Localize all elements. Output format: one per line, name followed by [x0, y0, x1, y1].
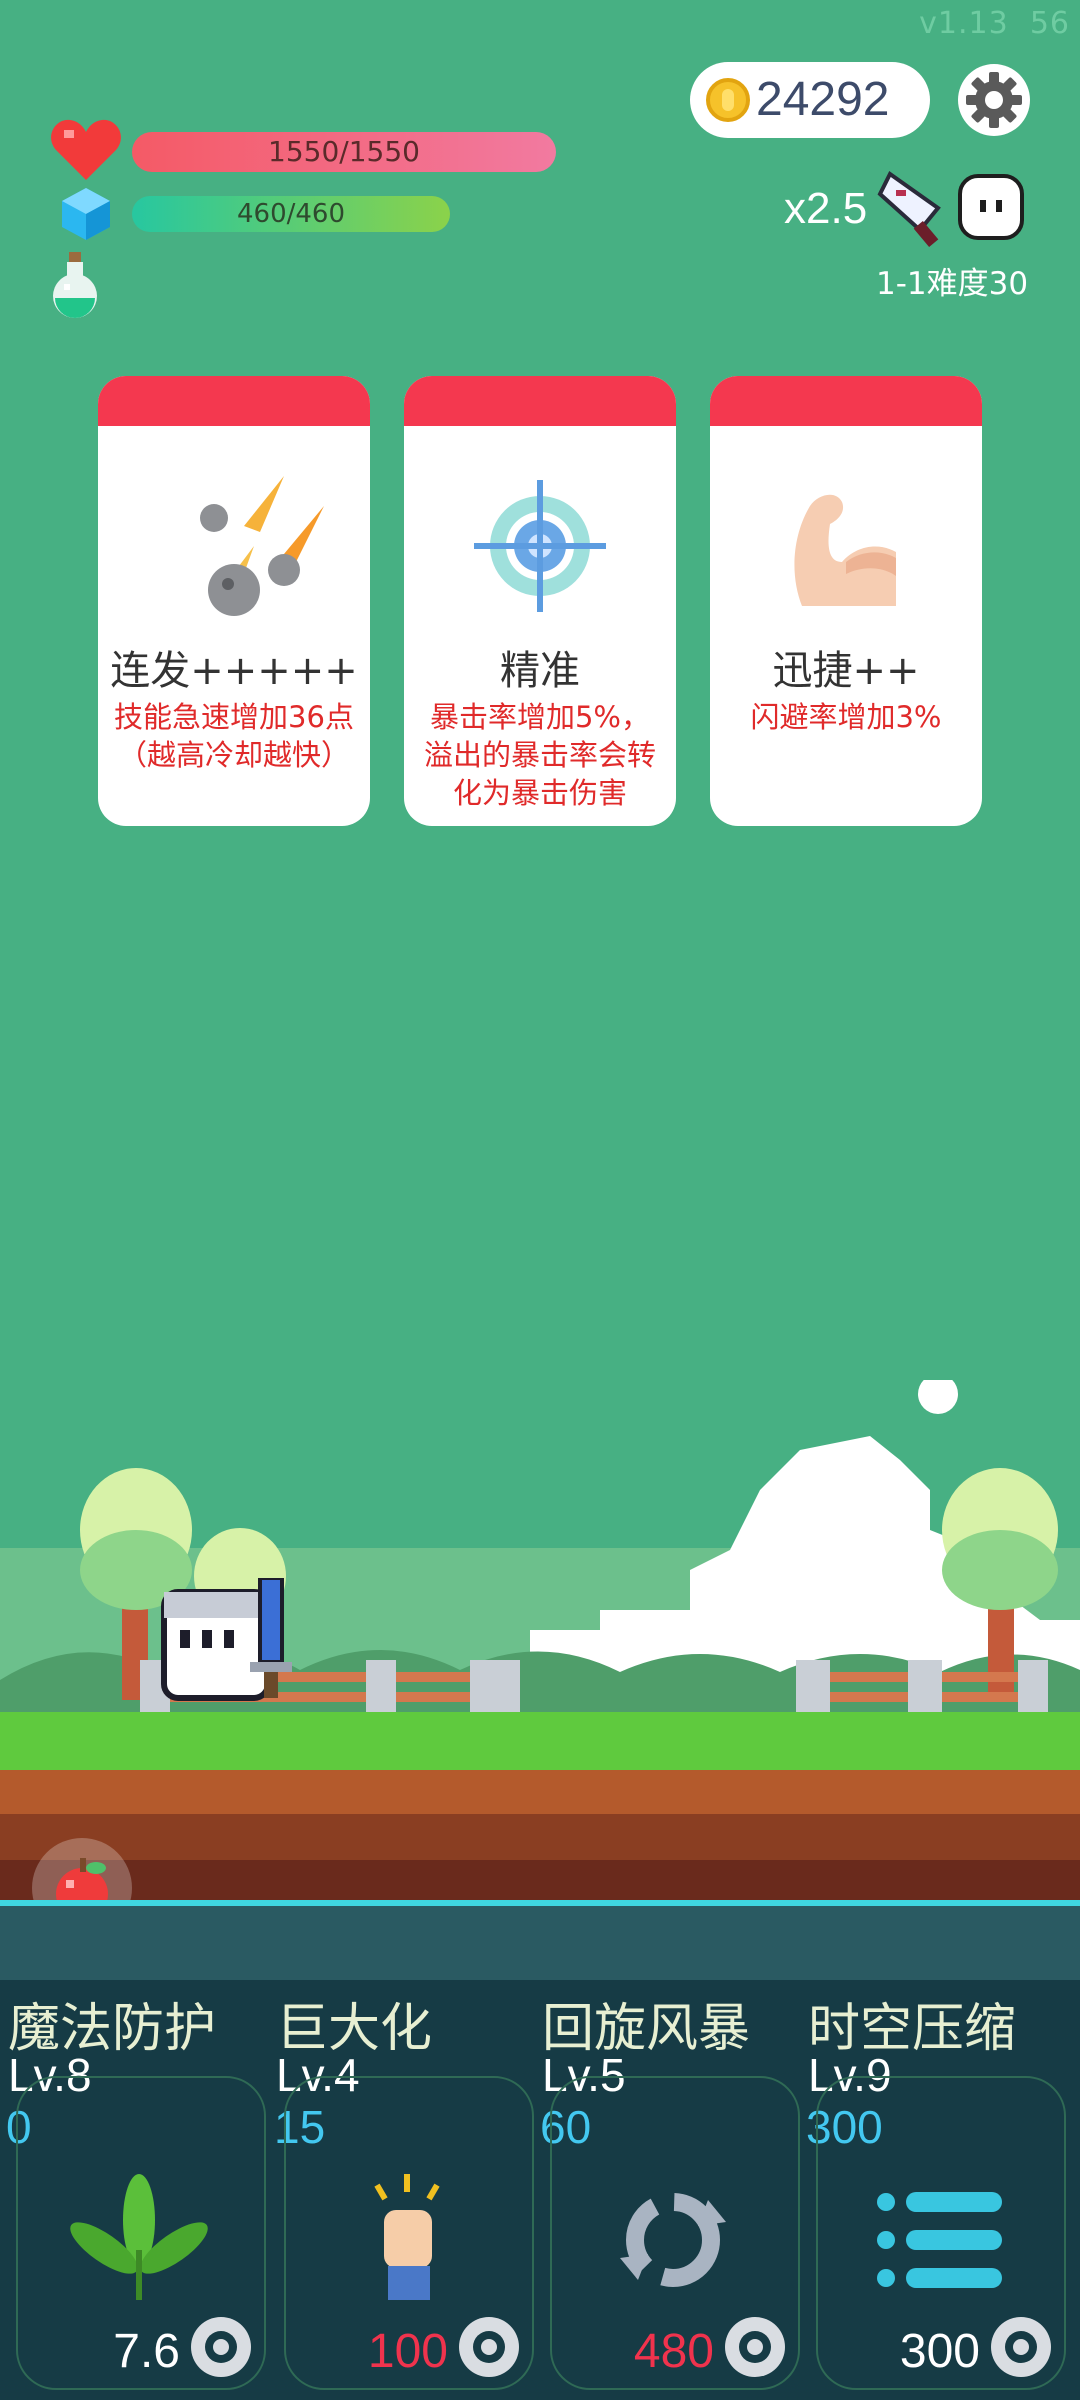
- cooldown-gear-icon: [725, 2317, 785, 2377]
- stage-difficulty-label: 1-1难度30: [876, 266, 1029, 302]
- card-title: 连发+++++: [110, 648, 358, 694]
- settings-gear-icon[interactable]: [958, 64, 1030, 136]
- leaf-icon: [70, 2174, 208, 2300]
- version-label: v1.13: [919, 6, 1009, 41]
- card-header: [710, 376, 982, 426]
- list-icon: [877, 2192, 1002, 2288]
- coin-counter: 24292: [690, 62, 930, 138]
- upgrade-card-precision[interactable]: 精准 暴击率增加5%，溢出的暴击率会转化为暴击伤害: [404, 376, 676, 826]
- card-title: 精准: [500, 648, 580, 694]
- version-fps-label: v1.13 56: [919, 6, 1070, 41]
- coin-icon: [706, 78, 750, 122]
- skill-slot-magic-shield[interactable]: 魔法防护 Lv.8 0 7.6: [0, 1900, 266, 2400]
- mana-crystal-icon: [62, 188, 110, 240]
- skill-slot-time-compress[interactable]: 时空压缩 Lv.9 300 300: [800, 1900, 1066, 2400]
- skill-cooldown: 7.6: [113, 2325, 180, 2378]
- raised-fist-icon: [374, 2174, 440, 2300]
- upgrade-card-rapid-fire[interactable]: 连发+++++ 技能急速增加36点（越高冷却越快）: [98, 376, 370, 826]
- heart-icon: [51, 119, 121, 180]
- hp-bar: 1550/1550: [132, 132, 556, 172]
- card-header: [98, 376, 370, 426]
- ground-grass: [0, 1712, 1080, 1770]
- mp-text: 460/460: [236, 199, 345, 229]
- potion-icon[interactable]: [50, 250, 100, 320]
- ghost-enemy-icon: [958, 174, 1024, 240]
- meteor-icon: [200, 476, 324, 616]
- cleaver-icon: [877, 171, 941, 248]
- multiplier-label: x2.5: [784, 184, 868, 233]
- skill-slot-whirlwind[interactable]: 回旋风暴 Lv.5 60 480: [534, 1900, 800, 2400]
- hp-text: 1550/1550: [268, 135, 420, 168]
- card-description: 闪避率增加3%: [750, 700, 942, 734]
- fps-label: 56: [1029, 6, 1070, 41]
- spin-arrows-icon: [620, 2193, 726, 2287]
- card-header: [404, 376, 676, 426]
- cooldown-gear-icon: [459, 2317, 519, 2377]
- cooldown-gear-icon: [991, 2317, 1051, 2377]
- skill-cooldown: 300: [899, 2325, 980, 2378]
- cooldown-gear-icon: [191, 2317, 251, 2377]
- card-description: 技能急速增加36点（越高冷却越快）: [114, 700, 354, 772]
- crosshair-icon: [474, 480, 606, 612]
- coin-value: 24292: [756, 73, 890, 126]
- knight-character: [161, 1578, 292, 1701]
- skill-cooldown: 480: [633, 2325, 714, 2378]
- skill-panel: 魔法防护 Lv.8 0 7.6 巨大化 Lv.4 15 100 回旋风暴 Lv.…: [0, 1900, 1080, 2400]
- ground-dirt: [0, 1770, 1080, 1900]
- skill-slot-enlarge[interactable]: 巨大化 Lv.4 15 100: [268, 1900, 534, 2400]
- card-title: 迅捷++: [772, 648, 920, 694]
- muscle-arm-icon: [794, 494, 896, 606]
- skill-cooldown: 100: [367, 2325, 448, 2378]
- mp-bar: 460/460: [132, 196, 450, 232]
- upgrade-card-agility[interactable]: 迅捷++ 闪避率增加3%: [710, 376, 982, 826]
- card-description: 暴击率增加5%，溢出的暴击率会转化为暴击伤害: [423, 700, 656, 810]
